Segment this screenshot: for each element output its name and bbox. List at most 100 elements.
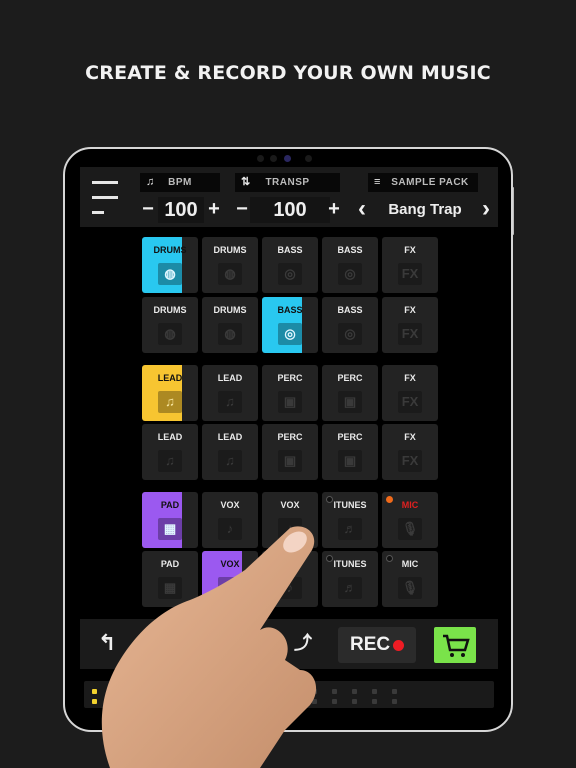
pad-bass[interactable]: BASS ◎ <box>322 297 378 353</box>
sequencer-step[interactable] <box>112 699 117 704</box>
music-note-icon: ♫ <box>218 391 242 413</box>
pad-drums[interactable]: DRUMS ◍ <box>142 237 198 293</box>
music-note-icon: ♫ <box>158 450 182 472</box>
pad-drums[interactable]: DRUMS ◍ <box>202 297 258 353</box>
sequencer-step[interactable] <box>212 699 217 704</box>
pad-label: DRUMS <box>213 245 247 255</box>
pad-lead[interactable]: LEAD ♫ <box>142 424 198 480</box>
transpose-plus-button[interactable]: + <box>326 197 342 223</box>
vox-icon: ♪ <box>278 518 302 540</box>
sequencer-step[interactable] <box>252 689 257 694</box>
pad-vox[interactable]: VOX ♪ <box>202 551 258 607</box>
pad-label: FX <box>404 432 416 442</box>
sample-pack-prev-button[interactable]: ‹ <box>354 197 370 223</box>
pad-perc[interactable]: PERC ▣ <box>322 365 378 421</box>
pad-vox[interactable]: VOX ♪ <box>262 551 318 607</box>
sequencer-step[interactable] <box>392 699 397 704</box>
pad-fx[interactable]: FX FX <box>382 297 438 353</box>
sequencer-step[interactable] <box>212 689 217 694</box>
bpm-minus-button[interactable]: − <box>140 197 156 223</box>
pad-label: DRUMS <box>153 245 187 255</box>
bpm-value[interactable]: 100 <box>158 197 204 223</box>
pad-lead[interactable]: LEAD ♫ <box>202 365 258 421</box>
pad-bass[interactable]: BASS ◎ <box>262 237 318 293</box>
pad-label: LEAD <box>217 432 243 442</box>
pad-fx[interactable]: FX FX <box>382 424 438 480</box>
sequencer-step[interactable] <box>372 699 377 704</box>
transpose-minus-button[interactable]: − <box>234 197 250 223</box>
pad-pad[interactable]: PAD ▦ <box>142 492 198 548</box>
sequencer-step[interactable] <box>232 689 237 694</box>
menu-line <box>92 181 118 184</box>
pad-label: PERC <box>337 373 363 383</box>
pad-mic[interactable]: MIC 🎙 <box>382 551 438 607</box>
pad-lead[interactable]: LEAD ♫ <box>202 424 258 480</box>
transpose-label: TRANSP <box>265 177 310 188</box>
pad-fx[interactable]: FX FX <box>382 365 438 421</box>
pad-label: MIC <box>401 559 419 569</box>
pad-label: PAD <box>160 500 180 510</box>
sequencer-step[interactable] <box>192 689 197 694</box>
sequencer-step[interactable] <box>152 689 157 694</box>
sensor-dot <box>257 155 264 162</box>
pad-bass[interactable]: BASS ◎ <box>322 237 378 293</box>
step-sequencer[interactable] <box>84 681 494 708</box>
undo-icon[interactable]: ↰ <box>98 629 128 659</box>
sequencer-step[interactable] <box>372 689 377 694</box>
sequencer-step[interactable] <box>152 699 157 704</box>
pad-pad[interactable]: PAD ▦ <box>142 551 198 607</box>
sample-pack-value[interactable]: Bang Trap <box>385 197 465 223</box>
pad-label: FX <box>404 305 416 315</box>
sample-pack-label: SAMPLE PACK <box>391 177 469 188</box>
sequencer-step[interactable] <box>232 699 237 704</box>
sequencer-step[interactable] <box>172 689 177 694</box>
bpm-plus-button[interactable]: + <box>206 197 222 223</box>
sequencer-step[interactable] <box>352 699 357 704</box>
transpose-value[interactable]: 100 <box>250 197 330 223</box>
pad-perc[interactable]: PERC ▣ <box>262 365 318 421</box>
pad-bass[interactable]: BASS ◎ <box>262 297 318 353</box>
record-button[interactable]: REC <box>338 627 416 663</box>
sequencer-step[interactable] <box>112 689 117 694</box>
store-button[interactable] <box>434 627 476 663</box>
pad-drums[interactable]: DRUMS ◍ <box>142 297 198 353</box>
bpm-label: BPM <box>168 177 192 188</box>
sequencer-step[interactable] <box>272 689 277 694</box>
pad-perc[interactable]: PERC ▣ <box>262 424 318 480</box>
sequencer-step[interactable] <box>92 699 97 704</box>
pad-label: VOX <box>220 559 240 569</box>
sequencer-step[interactable] <box>132 699 137 704</box>
pad-perc[interactable]: PERC ▣ <box>322 424 378 480</box>
sequencer-step[interactable] <box>252 699 257 704</box>
pad-itunes[interactable]: ITUNES ♬ <box>322 551 378 607</box>
redo-icon[interactable]: ⤴ <box>294 629 324 659</box>
list-icon: ≡ <box>374 176 381 188</box>
sequencer-step[interactable] <box>332 689 337 694</box>
sequencer-step[interactable] <box>92 689 97 694</box>
pad-mic[interactable]: MIC 🎙 <box>382 492 438 548</box>
grid-icon: ▦ <box>158 577 182 599</box>
sequencer-step[interactable] <box>192 699 197 704</box>
vox-icon: ♪ <box>278 577 302 599</box>
pad-label: VOX <box>220 500 240 510</box>
pad-itunes[interactable]: ITUNES ♬ <box>322 492 378 548</box>
fx-icon: FX <box>398 391 422 413</box>
sequencer-step[interactable] <box>392 689 397 694</box>
speaker-icon: ◎ <box>338 263 362 285</box>
sequencer-step[interactable] <box>272 699 277 704</box>
pad-drums[interactable]: DRUMS ◍ <box>202 237 258 293</box>
sequencer-step[interactable] <box>292 689 297 694</box>
sequencer-step[interactable] <box>312 699 317 704</box>
pad-vox[interactable]: VOX ♪ <box>262 492 318 548</box>
pad-lead[interactable]: LEAD ♫ <box>142 365 198 421</box>
pad-fx[interactable]: FX FX <box>382 237 438 293</box>
pad-vox[interactable]: VOX ♪ <box>202 492 258 548</box>
sample-pack-next-button[interactable]: › <box>478 197 494 223</box>
sequencer-step[interactable] <box>132 689 137 694</box>
sequencer-step[interactable] <box>172 699 177 704</box>
sequencer-step[interactable] <box>332 699 337 704</box>
menu-button[interactable] <box>88 177 122 217</box>
sequencer-step[interactable] <box>352 689 357 694</box>
sequencer-step[interactable] <box>312 689 317 694</box>
sequencer-step[interactable] <box>292 699 297 704</box>
